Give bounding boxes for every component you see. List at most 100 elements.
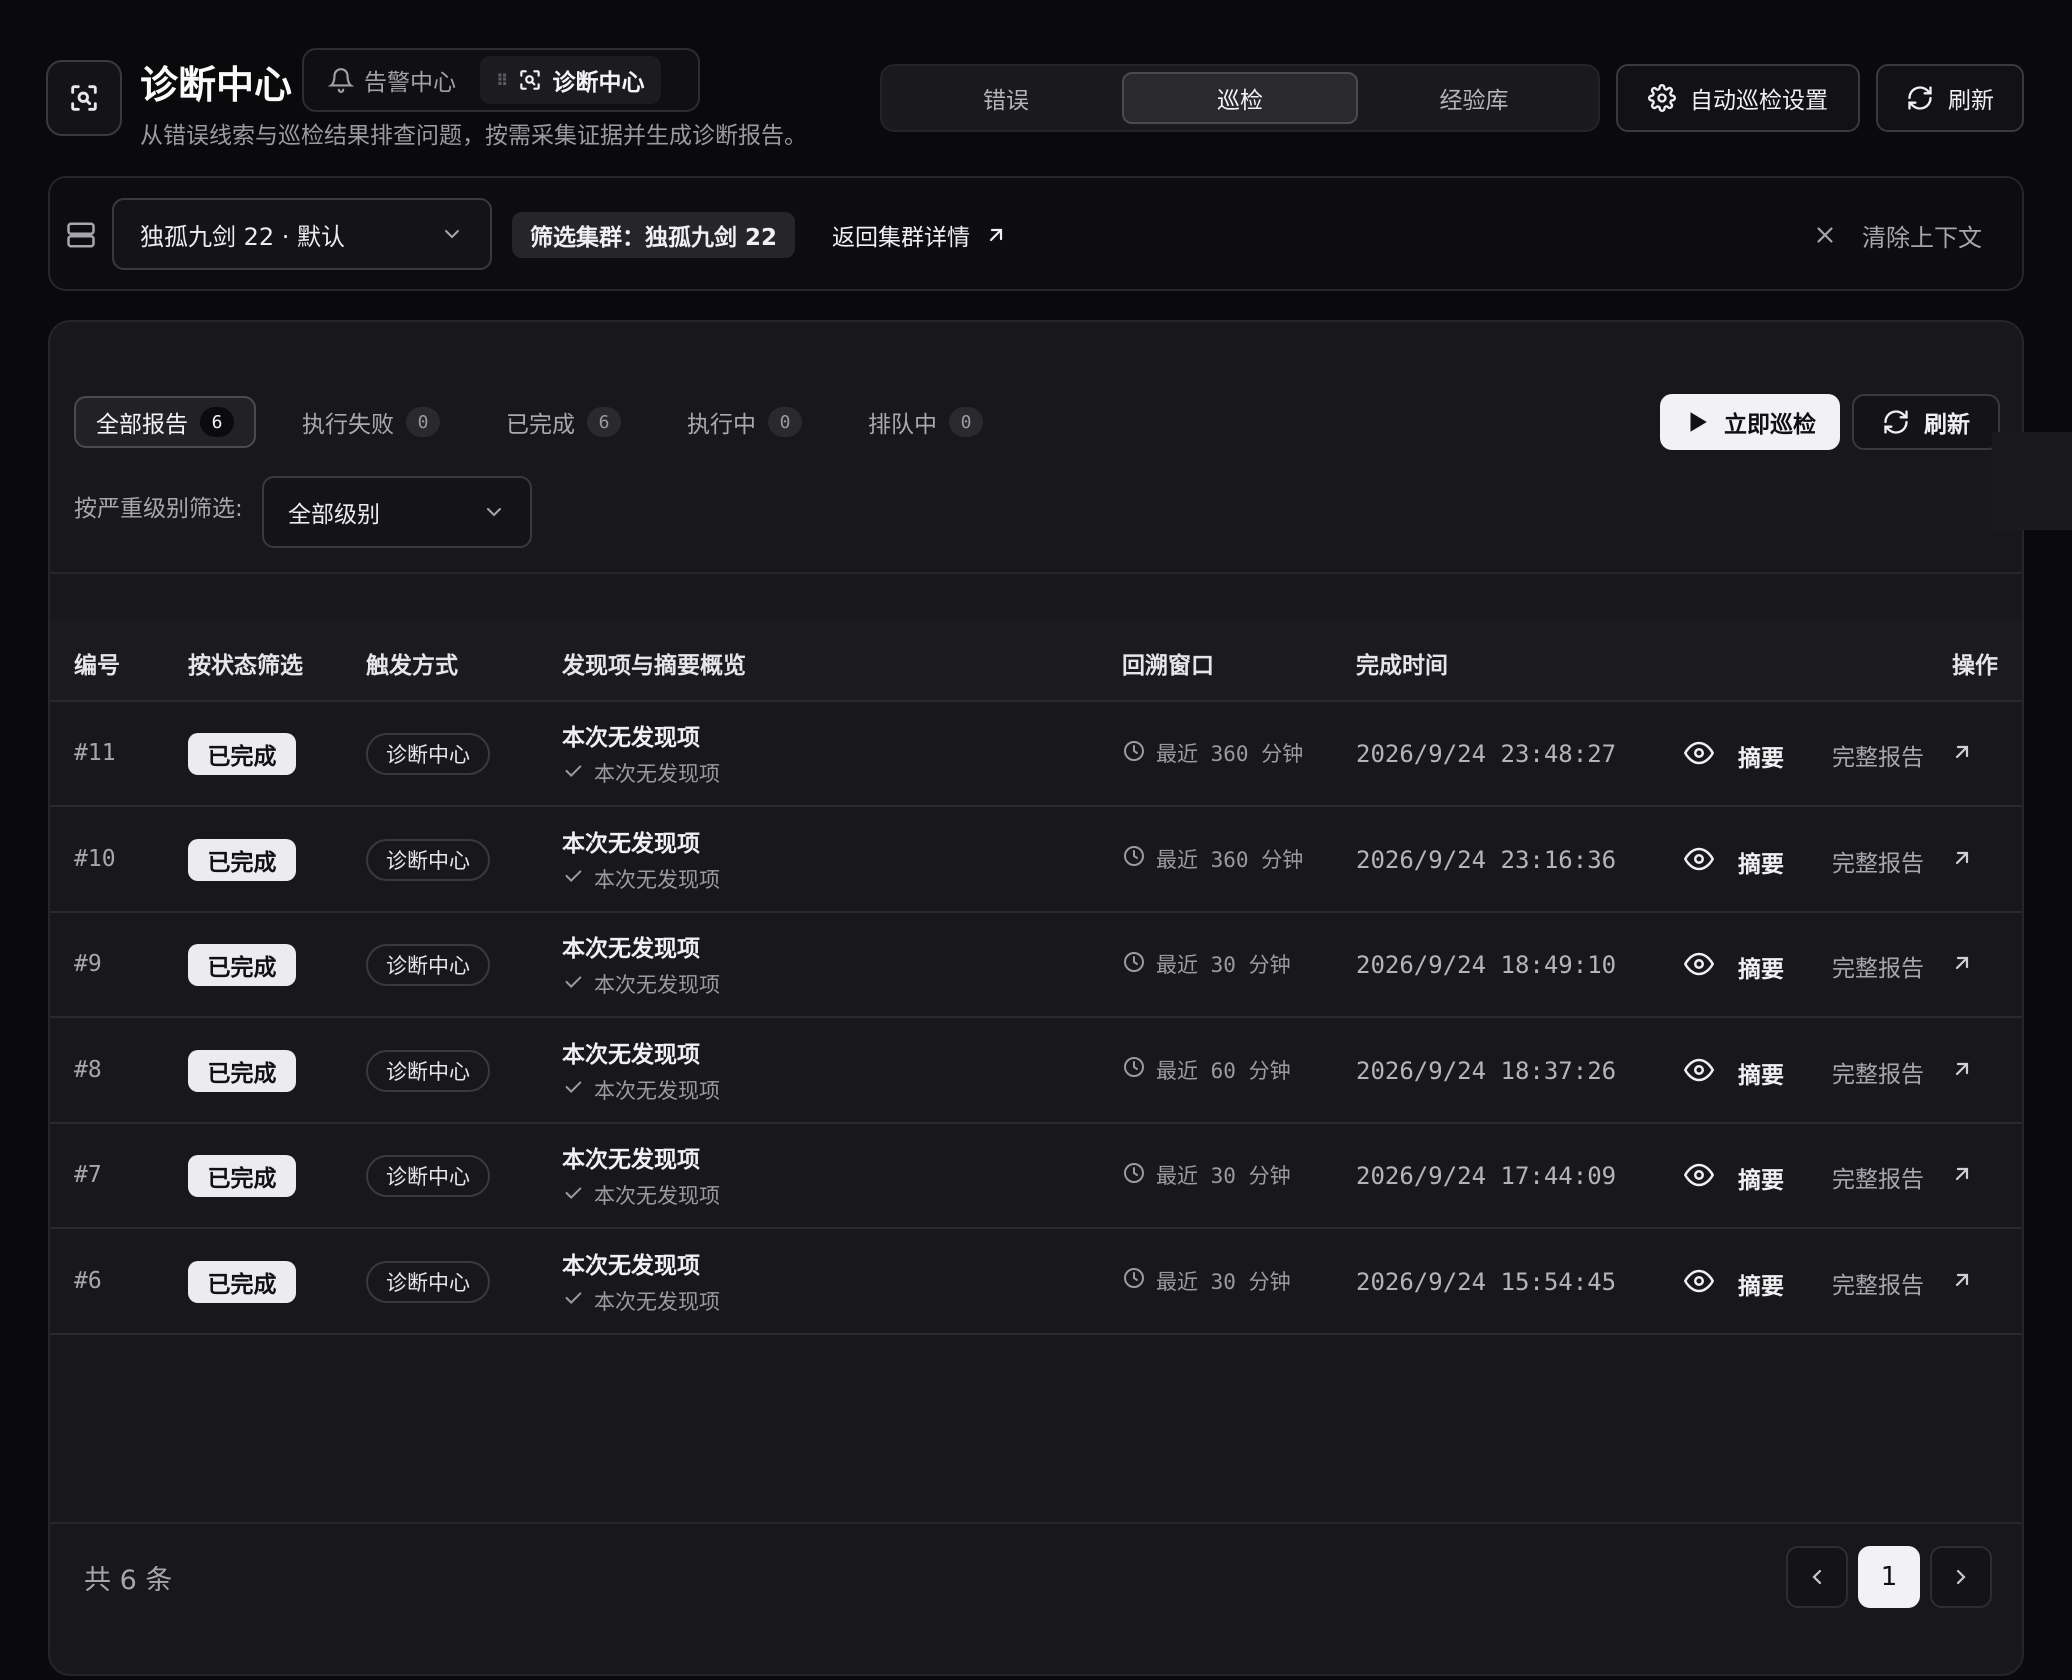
lookback-window: 最近 360 分钟 [1122,844,1303,874]
drag-handle-icon[interactable]: ⠿ [496,71,508,90]
check-icon [562,971,584,998]
filter-tab-count: 6 [587,407,621,437]
filter-tab-running[interactable]: 执行中 0 [667,396,822,448]
filter-tab-failed[interactable]: 执行失败 0 [282,396,460,448]
full-report-link[interactable]: 完整报告 [1832,949,1974,983]
switch-alert-center[interactable]: 告警中心 [312,56,472,104]
tab-knowledge-base[interactable]: 经验库 [1358,72,1590,124]
run-inspection-label: 立即巡检 [1724,412,1816,438]
finding-title: 本次无发现项 [562,1041,700,1068]
lookback-window-text: 最近 360 分钟 [1156,742,1304,766]
auto-inspection-settings-button[interactable]: 自动巡检设置 [1616,64,1860,132]
finding-summary: 本次无发现项 [562,758,720,788]
next-page-button[interactable] [1930,1546,1992,1608]
full-report-label: 完整报告 [1832,956,1924,982]
lookback-window: 最近 60 分钟 [1122,1055,1291,1085]
full-report-label: 完整报告 [1832,1167,1924,1193]
filter-tab-label: 执行失败 [302,412,394,438]
prev-page-button[interactable] [1786,1546,1848,1608]
list-refresh-button[interactable]: 刷新 [1852,394,2000,450]
completed-time: 2026/9/24 15:54:45 [1356,1267,1617,1296]
clear-context-button[interactable]: 清除上下文 [1812,212,1982,258]
finding-summary-text: 本次无发现项 [594,762,720,786]
filter-tab-all[interactable]: 全部报告 6 [74,396,256,448]
summary-button[interactable]: 摘要 [1683,1160,1784,1196]
finding-summary-text: 本次无发现项 [594,973,720,997]
table-row: #8 已完成 诊断中心 本次无发现项 本次无发现项 最近 60 分钟 2026/9/24 1… [50,1019,2022,1124]
full-report-link[interactable]: 完整报告 [1832,1055,1974,1089]
completed-time: 2026/9/24 18:49:10 [1356,951,1617,979]
status-badge: 已完成 [188,1049,296,1092]
column-header-actions: 操作 [1952,653,1998,679]
switch-diagnosis-center-label: 诊断中心 [552,70,645,96]
column-header-status[interactable]: 按状态筛选 [188,646,303,680]
bell-icon [328,68,354,93]
check-icon [562,1076,584,1103]
severity-select-value: 全部级别 [288,502,380,528]
full-report-label: 完整报告 [1832,745,1924,771]
table-row: #7 已完成 诊断中心 本次无发现项 本次无发现项 最近 30 分钟 2026/9/24 1… [50,1124,2022,1229]
summary-button[interactable]: 摘要 [1683,844,1784,880]
app-logo-icon [46,60,122,136]
tab-inspection[interactable]: 巡检 [1122,72,1358,124]
status-badge: 已完成 [188,838,296,881]
header-refresh-label: 刷新 [1948,88,1994,114]
summary-button[interactable]: 摘要 [1683,949,1784,985]
arrow-up-right-icon [1950,740,1974,770]
reports-card: 全部报告 6 执行失败 0 已完成 6 执行中 0 排队中 0 立即巡检 刷新 … [48,320,2024,1676]
summary-button[interactable]: 摘要 [1683,738,1784,774]
check-icon [562,760,584,787]
lookback-window-text: 最近 30 分钟 [1156,1269,1291,1294]
table-row: #6 已完成 诊断中心 本次无发现项 本次无发现项 最近 30 分钟 2026/9/24 1… [50,1230,2022,1335]
summary-button-label: 摘要 [1738,1273,1784,1300]
clock-icon [1122,844,1146,873]
filter-tab-label: 已完成 [506,412,575,438]
summary-button-label: 摘要 [1738,1168,1784,1194]
lookback-window-text: 最近 30 分钟 [1156,953,1291,977]
eye-icon [1683,738,1715,774]
filter-tab-queued[interactable]: 排队中 0 [848,396,1003,448]
back-to-cluster-link[interactable]: 返回集群详情 [832,212,1008,258]
arrow-up-right-icon [1950,1057,1974,1087]
trigger-badge: 诊断中心 [366,838,490,881]
full-report-link[interactable]: 完整报告 [1832,1160,1974,1194]
cluster-select[interactable]: 独孤九剑 22 · 默认 [112,198,492,270]
summary-button[interactable]: 摘要 [1683,1055,1784,1091]
lookback-window: 最近 30 分钟 [1122,949,1291,979]
run-inspection-button[interactable]: 立即巡检 [1660,394,1840,450]
server-icon [67,222,95,248]
arrow-up-right-icon [989,228,1003,242]
clear-context-label: 清除上下文 [1862,223,1982,252]
list-refresh-label: 刷新 [1924,412,1970,438]
summary-button-label: 摘要 [1738,851,1784,878]
status-badge: 已完成 [188,1260,296,1303]
full-report-link[interactable]: 完整报告 [1832,1266,1974,1300]
page-button-current[interactable]: 1 [1858,1546,1920,1608]
side-panel-handle[interactable] [1992,432,2072,530]
total-count: 共 6 条 [84,1565,173,1596]
severity-select[interactable]: 全部级别 [262,476,532,548]
trigger-badge: 诊断中心 [366,1049,490,1092]
full-report-label: 完整报告 [1832,1272,1924,1299]
switch-diagnosis-center[interactable]: ⠿ 诊断中心 [480,56,661,104]
filter-tab-count: 0 [768,407,802,437]
full-report-link[interactable]: 完整报告 [1832,738,1974,772]
finding-summary: 本次无发现项 [562,864,720,894]
check-icon [562,1182,584,1209]
full-report-link[interactable]: 完整报告 [1832,844,1974,878]
arrow-up-right-icon [1950,846,1974,876]
clock-icon [1122,1266,1146,1295]
refresh-icon [1908,86,1932,110]
back-to-cluster-label: 返回集群详情 [832,225,970,251]
lookback-window-text: 最近 60 分钟 [1156,1058,1291,1083]
filter-tab-completed[interactable]: 已完成 6 [486,396,641,448]
refresh-icon [1884,410,1908,434]
status-badge: 已完成 [188,733,296,775]
tab-errors[interactable]: 错误 [890,72,1122,124]
header-refresh-button[interactable]: 刷新 [1876,64,2024,132]
report-id: #6 [74,1267,102,1294]
switch-alert-center-label: 告警中心 [364,70,456,96]
finding-title: 本次无发现项 [562,1252,700,1279]
full-report-label: 完整报告 [1832,1061,1924,1088]
summary-button[interactable]: 摘要 [1683,1266,1784,1302]
